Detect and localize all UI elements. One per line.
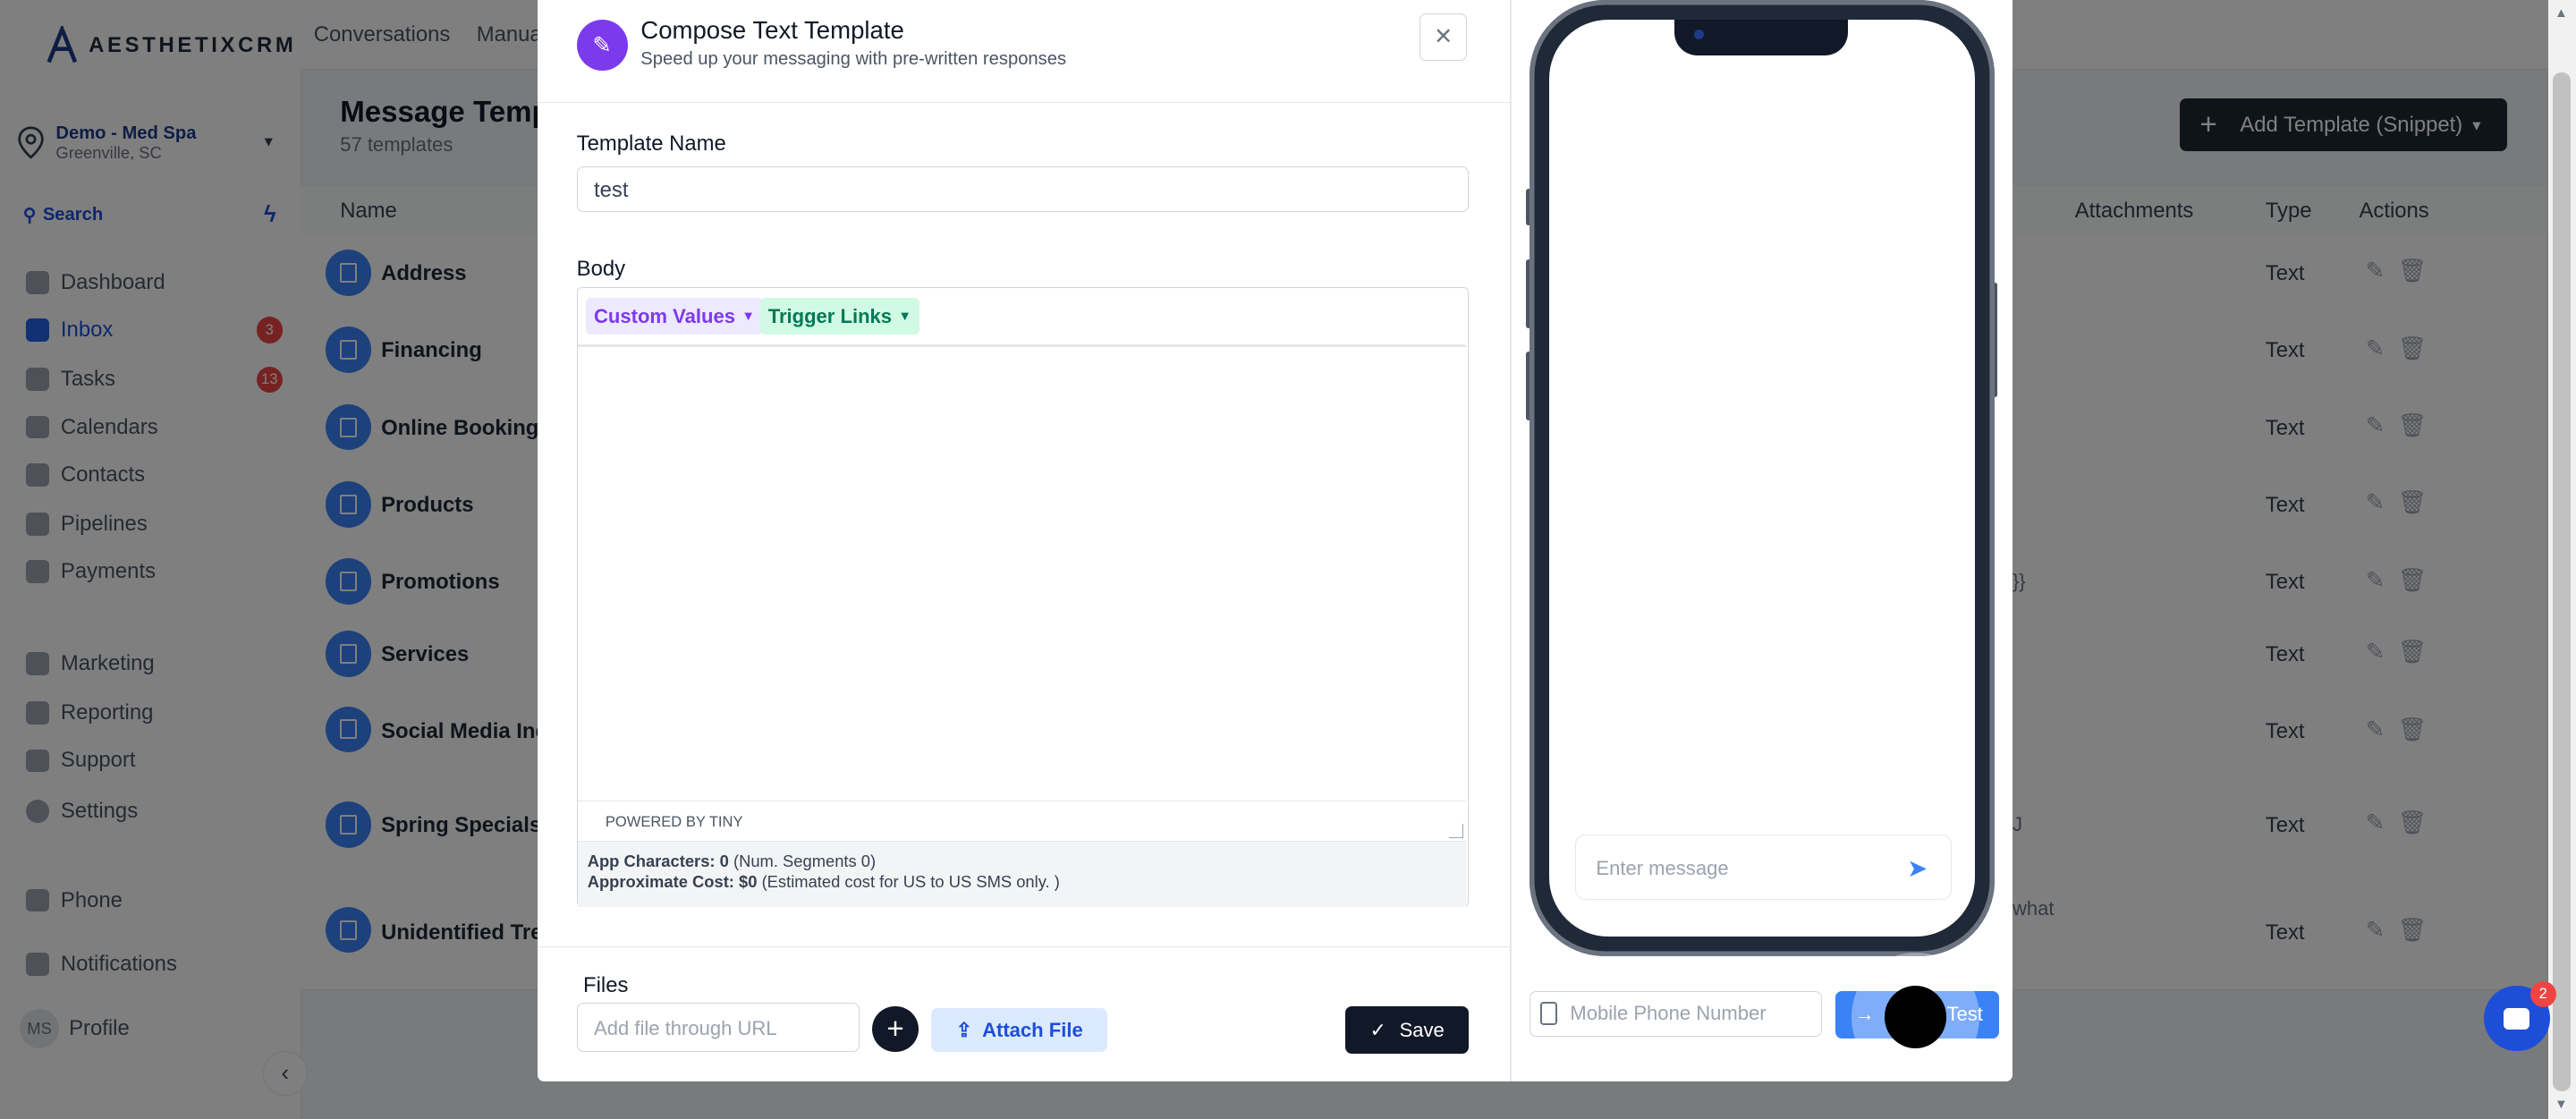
custom-values-dropdown[interactable]: Custom Values ▼ [585,298,764,335]
app-characters: App Characters: 0 [587,851,729,870]
cursor-dot [1884,986,1947,1048]
save-button[interactable]: ✓ Save [1345,1006,1469,1055]
close-button[interactable]: × [1419,13,1468,62]
editor-statusbar: POWERED BY TINY [577,801,1467,841]
approximate-cost: Approximate Cost: $0 [587,872,758,892]
resize-handle[interactable] [1448,824,1463,838]
send-icon[interactable]: ➤ [1907,835,1928,901]
add-url-button[interactable]: + [872,1006,919,1053]
modal-footer: Files Add file through URL + ⇪ Attach Fil… [537,945,1510,1082]
editor-toolbar: Custom Values ▼ Trigger Links ▼ [577,288,1467,347]
files-label: Files [583,973,629,998]
mobile-number-input[interactable]: Mobile Phone Number [1529,990,1822,1037]
modal-header: ✎ Compose Text Template Speed up your me… [537,0,1510,103]
preview-message-input[interactable]: Enter message ➤ [1575,835,1952,901]
check-icon: ✓ [1369,1018,1386,1041]
mobile-device-icon [1539,1002,1557,1026]
powered-by-tiny[interactable]: POWERED BY TINY [606,813,743,831]
plus-icon: + [886,1012,904,1046]
scroll-down-icon[interactable]: ▼ [2555,1098,2568,1112]
caret-down-icon: ▼ [741,309,755,324]
segments-note: (Num. Segments 0) [733,851,877,870]
pencil-icon: ✎ [576,20,628,71]
close-icon: × [1434,20,1453,54]
upload-icon: ⇪ [955,1018,973,1041]
scrollbar-thumb[interactable] [2553,72,2572,1091]
caret-down-icon: ▼ [898,309,911,324]
body-label: Body [576,256,626,281]
modal-subtitle: Speed up your messaging with pre-written… [640,49,1067,70]
chat-badge: 2 [2529,980,2556,1007]
attach-file-button[interactable]: ⇪ Attach File [931,1007,1107,1053]
character-counter: App Characters: 0 (Num. Segments 0) Appr… [577,840,1467,907]
body-editor: Custom Values ▼ Trigger Links ▼ POWERED BY… [576,287,1469,907]
template-name-input[interactable]: test [576,165,1469,212]
scroll-up-icon[interactable]: ▲ [2555,6,2568,21]
body-text-area[interactable] [578,346,1467,801]
page-scrollbar[interactable]: ▲ ▼ [2547,0,2576,1119]
phone-preview: Enter message ➤ [1526,0,1998,956]
file-url-input[interactable]: Add file through URL [576,1003,860,1053]
chat-icon [2504,1007,2530,1030]
modal-title: Compose Text Template [640,16,904,45]
cost-note: (Estimated cost for US to US SMS only. ) [761,872,1060,892]
divider [1509,0,1512,1081]
app-root: AESTHETIXCRM Demo - Med Spa Greenville, … [0,0,2576,1119]
compose-template-modal: ✎ Compose Text Template Speed up your me… [537,0,2012,1082]
camera-icon [1693,30,1704,40]
phone-screen [1548,20,1975,937]
template-name-label: Template Name [576,131,726,156]
trigger-links-dropdown[interactable]: Trigger Links ▼ [759,298,920,335]
